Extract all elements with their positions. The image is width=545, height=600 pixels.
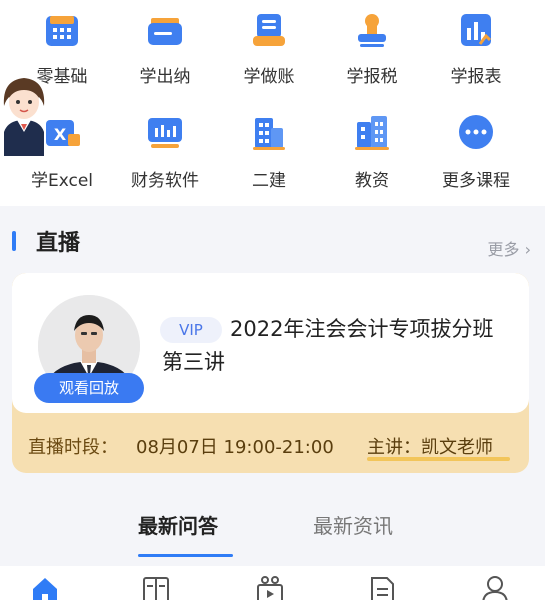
grid-item-finance-software[interactable]: 财务软件 — [113, 0, 217, 191]
bottom-navigation — [0, 566, 545, 600]
active-tab-indicator — [138, 554, 233, 557]
more-link[interactable]: 更多 › — [488, 236, 532, 260]
teacher-name: 主讲：凯文老师 — [367, 437, 493, 458]
book-icon[interactable] — [141, 574, 171, 600]
live-time-label: 直播时段： — [28, 437, 118, 458]
live-section-header: 直播 — [12, 226, 80, 256]
tab-latest-qa[interactable]: 最新问答 — [138, 510, 218, 539]
grid-item-label: 学Excel — [30, 171, 94, 191]
course-title[interactable]: 2022年注会会计专项拔分班第三讲 — [162, 313, 512, 379]
grid-item-constructor[interactable]: 二建 — [217, 0, 321, 191]
document-icon[interactable] — [367, 574, 397, 600]
excel-icon: X — [46, 120, 80, 146]
grid-item-more-courses[interactable]: 更多课程 — [424, 0, 528, 191]
card-main: 观看回放 VIP 2022年注会会计专项拔分班第三讲 — [12, 273, 529, 413]
more-dots-icon — [459, 115, 493, 149]
watch-replay-button[interactable]: 观看回放 — [34, 373, 144, 403]
home-icon[interactable] — [30, 574, 60, 600]
grid-item-label: 二建 — [252, 171, 286, 191]
section-title: 直播 — [36, 231, 81, 256]
live-time-value: 08月07日 19:00-21:00 — [136, 437, 334, 458]
svg-text:X: X — [54, 125, 67, 144]
section-accent-bar — [12, 231, 16, 251]
grid-item-label: 更多课程 — [442, 171, 510, 191]
tab-latest-news[interactable]: 最新资讯 — [313, 510, 393, 539]
course-category-panel: 零基础 学出纳 学做账 学报税 学报表 X 学Excel 财务软件 二建 教资 … — [0, 0, 545, 206]
grid-item-label: 财务软件 — [131, 171, 199, 191]
building-icon — [253, 118, 285, 150]
finance-software-icon — [148, 118, 182, 148]
live-course-card[interactable]: 观看回放 VIP 2022年注会会计专项拔分班第三讲 直播时段： 08月07日 … — [12, 273, 529, 473]
school-building-icon — [355, 116, 389, 150]
grid-item-label: 教资 — [355, 171, 389, 191]
assistant-avatar[interactable] — [0, 72, 48, 156]
profile-icon[interactable] — [480, 574, 510, 600]
grid-item-teacher-cert[interactable]: 教资 — [320, 0, 424, 191]
video-icon[interactable] — [255, 574, 285, 600]
